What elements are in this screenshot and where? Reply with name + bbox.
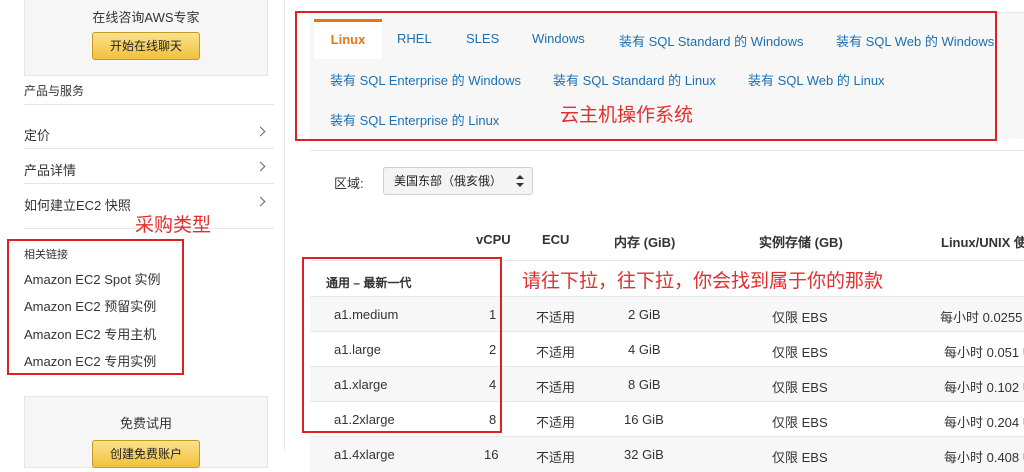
free-trial-title: 免费试用 — [119, 416, 172, 431]
sidebar-item-label: 产品详情 — [24, 163, 77, 178]
region-select[interactable]: 美国东部（俄亥俄） — [383, 167, 533, 195]
sidebar-item-details[interactable]: 产品详情 — [24, 160, 268, 179]
memory-value: 16 GiB — [624, 412, 664, 427]
instance-name: a1.4xlarge — [334, 447, 395, 462]
divider — [24, 183, 274, 184]
start-chat-button[interactable]: 开始在线聊天 — [92, 32, 200, 60]
header-memory: 内存 (GiB) — [614, 235, 676, 250]
ecu-value: 不适用 — [536, 345, 576, 360]
header-ecu: ECU — [542, 232, 570, 247]
table-row: a1.4xlarge 16 不适用 32 GiB 仅限 EBS 每小时 0.40… — [310, 436, 1024, 472]
chevron-right-icon — [255, 126, 266, 137]
region-label: 区域: — [334, 176, 364, 191]
chevron-right-icon — [255, 161, 266, 172]
memory-value: 2 GiB — [628, 307, 661, 322]
price-value: 每小时 0.0255 — [940, 310, 1023, 325]
sidebar-item-label: 定价 — [24, 128, 51, 143]
divider — [310, 150, 1024, 151]
section-label: 产品与服务 — [24, 84, 85, 98]
vertical-divider — [284, 0, 285, 451]
table-annotation-box — [302, 257, 502, 433]
purchase-annotation-box — [7, 239, 184, 375]
ecu-value: 不适用 — [536, 380, 576, 395]
storage-value: 仅限 EBS — [772, 310, 828, 325]
consult-title: 在线咨询AWS专家 — [92, 10, 200, 25]
storage-value: 仅限 EBS — [772, 415, 828, 430]
free-trial-card: 免费试用 创建免费账户 — [24, 396, 268, 468]
purchase-annotation-label: 采购类型 — [135, 215, 212, 236]
sidebar-item-label: 如何建立EC2 快照 — [24, 198, 131, 213]
os-annotation-label: 云主机操作系统 — [560, 105, 694, 126]
storage-value: 仅限 EBS — [772, 450, 828, 465]
scroll-annotation-label: 请往下拉，往下拉，你会找到属于你的那款 — [522, 271, 884, 292]
sidebar-item-pricing[interactable]: 定价 — [24, 125, 268, 144]
storage-value: 仅限 EBS — [772, 380, 828, 395]
price-value: 每小时 0.051 U — [944, 345, 1024, 360]
header-storage: 实例存储 (GB) — [759, 235, 843, 250]
price-value: 每小时 0.408 U — [944, 450, 1024, 465]
header-price: Linux/UNIX 使 — [941, 235, 1024, 250]
ecu-value: 不适用 — [536, 310, 576, 325]
region-selected-value: 美国东部（俄亥俄） — [394, 174, 503, 188]
memory-value: 8 GiB — [628, 377, 661, 392]
memory-value: 32 GiB — [624, 447, 664, 462]
ecu-value: 不适用 — [536, 415, 576, 430]
memory-value: 4 GiB — [628, 342, 661, 357]
vcpu-value: 16 — [484, 447, 499, 462]
storage-value: 仅限 EBS — [772, 345, 828, 360]
chevron-right-icon — [255, 196, 266, 207]
header-vcpu: vCPU — [476, 232, 511, 247]
select-arrows-icon — [516, 175, 524, 187]
divider — [24, 104, 274, 105]
consult-card: 在线咨询AWS专家 开始在线聊天 — [24, 0, 268, 76]
price-value: 每小时 0.102 U — [944, 380, 1024, 395]
divider — [24, 148, 274, 149]
ecu-value: 不适用 — [536, 450, 576, 465]
price-value: 每小时 0.204 U — [944, 415, 1024, 430]
create-account-button[interactable]: 创建免费账户 — [92, 440, 200, 468]
